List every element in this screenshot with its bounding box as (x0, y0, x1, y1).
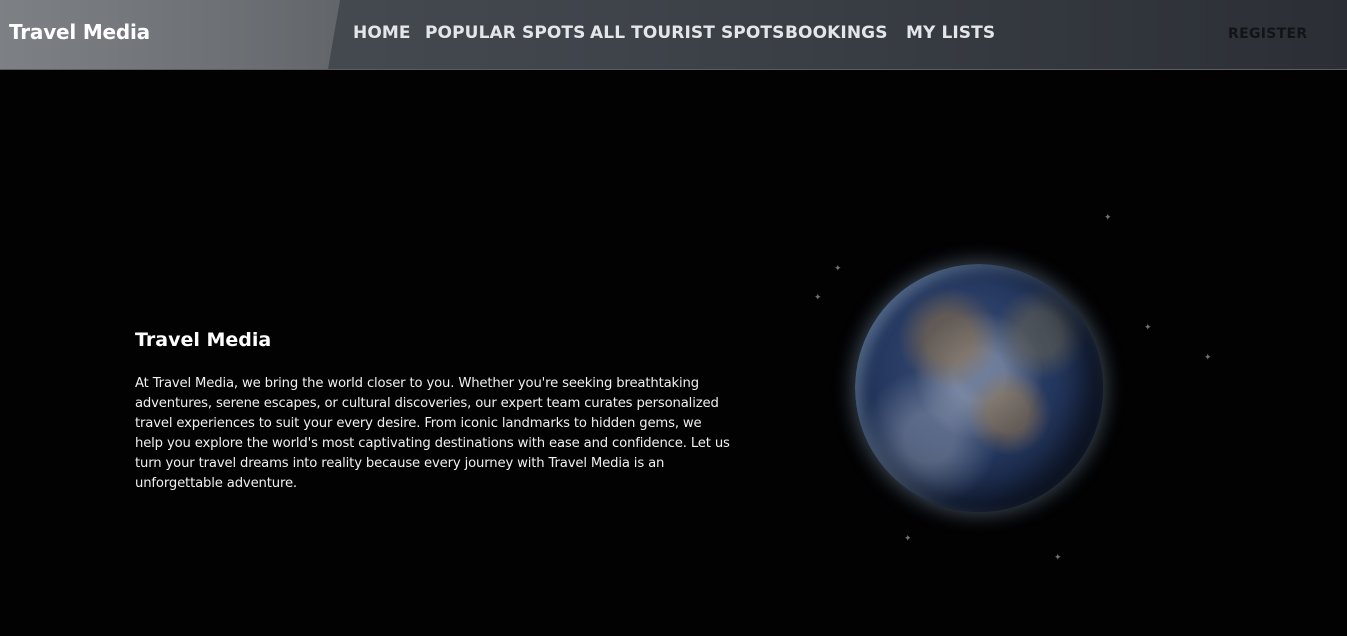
hero-title: Travel Media (135, 329, 272, 351)
star-icon: ✦ (904, 534, 912, 544)
nav-home[interactable]: HOME (353, 23, 411, 43)
nav-bookings[interactable]: BOOKINGS (785, 23, 888, 43)
star-icon: ✦ (1144, 323, 1152, 333)
star-icon: ✦ (1104, 213, 1112, 223)
star-icon: ✦ (1054, 553, 1062, 563)
nav-popular-spots[interactable]: POPULAR SPOTS (425, 23, 585, 43)
star-icon: ✦ (814, 293, 822, 303)
nav-all-tourist-spots[interactable]: ALL TOURIST SPOTS (590, 23, 784, 43)
brand-logo-text[interactable]: Travel Media (9, 20, 150, 44)
nav-my-lists[interactable]: MY LISTS (906, 23, 995, 43)
top-navbar: Travel Media HOME POPULAR SPOTS ALL TOUR… (0, 0, 1347, 70)
star-icon: ✦ (834, 264, 842, 274)
earth-globe-image (855, 264, 1103, 512)
hero-description: At Travel Media, we bring the world clos… (135, 376, 730, 491)
register-button[interactable]: REGISTER (1228, 26, 1307, 42)
star-icon: ✦ (1204, 353, 1212, 363)
